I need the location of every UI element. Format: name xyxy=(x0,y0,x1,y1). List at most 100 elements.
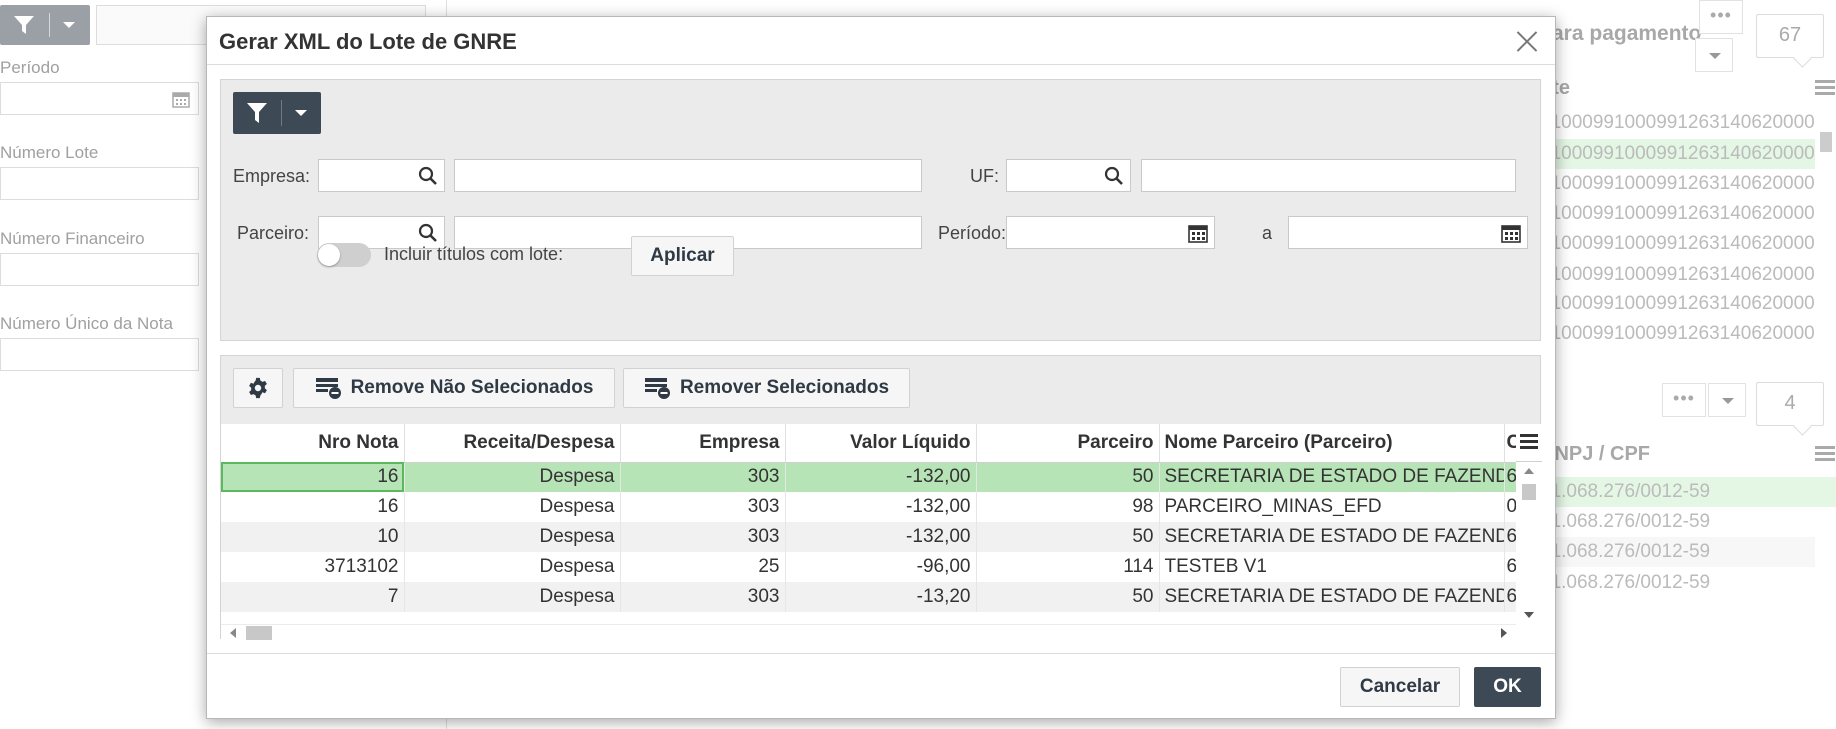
cell-valor-liquido[interactable]: -132,00 xyxy=(785,492,977,522)
grid-menu-icon[interactable] xyxy=(1516,424,1542,462)
table-row[interactable]: 61.068.276/0012-59 xyxy=(1540,568,1815,598)
column-header-cnpj-cpf[interactable]: CNPJ / CPF xyxy=(1540,443,1650,466)
scroll-thumb[interactable] xyxy=(246,626,272,640)
periodo-end-input[interactable] xyxy=(1288,216,1528,249)
table-row[interactable]: 10 Despesa 303 -132,00 50 SECRETARIA DE … xyxy=(221,522,1516,552)
cell-empresa[interactable]: 303 xyxy=(620,582,786,612)
column-header-c[interactable]: C xyxy=(1504,424,1516,463)
column-header-valor-liquido[interactable]: Valor Líquido xyxy=(785,424,977,463)
cell-nro-nota[interactable]: 7 xyxy=(221,582,405,612)
scroll-down-icon[interactable] xyxy=(1524,612,1534,618)
incluir-titulos-toggle[interactable] xyxy=(317,243,371,267)
ok-button[interactable]: OK xyxy=(1474,667,1541,707)
numero-lote-input[interactable] xyxy=(0,167,199,200)
more-options-button[interactable]: ••• xyxy=(1662,383,1706,417)
grid-menu-icon[interactable] xyxy=(1815,80,1835,96)
uf-name-input[interactable] xyxy=(1141,159,1516,192)
calendar-icon[interactable] xyxy=(1501,223,1521,243)
table-row[interactable]: 91000991000991263140620000 xyxy=(1540,289,1815,319)
calendar-icon[interactable] xyxy=(172,90,190,108)
vertical-scrollbar[interactable] xyxy=(1815,112,1835,337)
cell-parceiro[interactable]: 50 xyxy=(976,522,1160,552)
periodo-input[interactable] xyxy=(0,82,199,115)
cell-empresa[interactable]: 303 xyxy=(620,522,786,552)
cell-c[interactable]: 6 xyxy=(1504,582,1516,612)
cell-nome-parceiro[interactable]: SECRETARIA DE ESTADO DE FAZENDA xyxy=(1159,522,1505,552)
cell-empresa[interactable]: 303 xyxy=(620,492,786,522)
table-row[interactable]: 91000991000991263140620000 xyxy=(1540,108,1815,138)
scroll-up-icon[interactable] xyxy=(1524,468,1534,474)
cell-receita-despesa[interactable]: Despesa xyxy=(404,462,621,492)
cell-nome-parceiro[interactable]: SECRETARIA DE ESTADO DE FAZENDA xyxy=(1159,462,1505,492)
cell-nome-parceiro[interactable]: TESTEB V1 xyxy=(1159,552,1505,582)
cell-nro-nota[interactable]: 10 xyxy=(221,522,405,552)
cell-nome-parceiro[interactable]: PARCEIRO_MINAS_EFD xyxy=(1159,492,1505,522)
column-header-nome-parceiro[interactable]: Nome Parceiro (Parceiro) xyxy=(1159,424,1505,463)
cell-parceiro[interactable]: 50 xyxy=(976,462,1160,492)
cell-receita-despesa[interactable]: Despesa xyxy=(404,492,621,522)
settings-button[interactable] xyxy=(233,368,283,408)
column-header-empresa[interactable]: Empresa xyxy=(620,424,786,463)
table-row[interactable]: 91000991000991263140620000 xyxy=(1540,199,1815,229)
scroll-left-icon[interactable] xyxy=(230,628,236,638)
table-row[interactable]: 91000991000991263140620000 xyxy=(1540,229,1815,259)
empresa-code-input[interactable] xyxy=(318,159,445,192)
cell-receita-despesa[interactable]: Despesa xyxy=(404,522,621,552)
table-row[interactable]: 16 Despesa 303 -132,00 98 PARCEIRO_MINAS… xyxy=(221,492,1516,522)
cell-receita-despesa[interactable]: Despesa xyxy=(404,552,621,582)
dropdown-button[interactable] xyxy=(1708,383,1746,417)
cell-parceiro[interactable]: 98 xyxy=(976,492,1160,522)
cell-nro-nota[interactable]: 3713102 xyxy=(221,552,405,582)
cell-valor-liquido[interactable]: -13,20 xyxy=(785,582,977,612)
cell-c[interactable]: 6 xyxy=(1504,522,1516,552)
scroll-right-icon[interactable] xyxy=(1501,628,1507,638)
cell-empresa[interactable]: 303 xyxy=(620,462,786,492)
vertical-scrollbar[interactable] xyxy=(1516,462,1542,624)
cell-nro-nota[interactable]: 16 xyxy=(221,492,405,522)
table-row[interactable]: 61.068.276/0012-59 xyxy=(1540,537,1815,567)
table-row[interactable]: 61.068.276/0012-59 xyxy=(1540,477,1836,507)
numero-financeiro-input[interactable] xyxy=(0,253,199,286)
table-row[interactable]: 91000991000991263140620000 xyxy=(1540,319,1815,339)
remove-selected-button[interactable]: Remover Selecionados xyxy=(623,368,910,408)
search-icon[interactable] xyxy=(418,166,438,186)
cell-receita-despesa[interactable]: Despesa xyxy=(404,582,621,612)
cell-valor-liquido[interactable]: -132,00 xyxy=(785,522,977,552)
dropdown-button[interactable] xyxy=(1695,38,1733,72)
table-row[interactable]: 61.068.276/0012-59 xyxy=(1540,507,1815,537)
cell-valor-liquido[interactable]: -96,00 xyxy=(785,552,977,582)
table-row[interactable]: 91000991000991263140620000 xyxy=(1540,139,1815,169)
search-icon[interactable] xyxy=(418,223,438,243)
cell-valor-liquido[interactable]: -132,00 xyxy=(785,462,977,492)
empresa-name-input[interactable] xyxy=(454,159,922,192)
remove-unselected-button[interactable]: Remove Não Selecionados xyxy=(293,368,615,408)
uf-code-input[interactable] xyxy=(1006,159,1131,192)
cancel-button[interactable]: Cancelar xyxy=(1340,667,1460,707)
periodo-start-input[interactable] xyxy=(1006,216,1215,249)
apply-button[interactable]: Aplicar xyxy=(631,236,734,276)
close-icon[interactable] xyxy=(1513,27,1541,55)
cell-parceiro[interactable]: 50 xyxy=(976,582,1160,612)
horizontal-scrollbar[interactable] xyxy=(221,624,1516,640)
table-row[interactable]: 91000991000991263140620000 xyxy=(1540,260,1815,290)
background-filter-button[interactable] xyxy=(0,5,90,45)
grid-menu-icon[interactable] xyxy=(1815,446,1835,462)
table-row[interactable]: 7 Despesa 303 -13,20 50 SECRETARIA DE ES… xyxy=(221,582,1516,612)
search-icon[interactable] xyxy=(1104,166,1124,186)
column-header-nro-nota[interactable]: Nro Nota xyxy=(221,424,405,463)
calendar-icon[interactable] xyxy=(1188,223,1208,243)
table-row[interactable]: 3713102 Despesa 25 -96,00 114 TESTEB V1 … xyxy=(221,552,1516,582)
numero-unico-nota-input[interactable] xyxy=(0,338,199,371)
filter-button[interactable] xyxy=(233,92,321,134)
table-row[interactable]: 91000991000991263140620000 xyxy=(1540,169,1815,199)
cell-c[interactable]: 0 xyxy=(1504,492,1516,522)
cell-c[interactable]: 6 xyxy=(1504,462,1516,492)
cell-parceiro[interactable]: 114 xyxy=(976,552,1160,582)
more-options-button[interactable]: ••• xyxy=(1699,0,1743,34)
column-header-receita-despesa[interactable]: Receita/Despesa xyxy=(404,424,621,463)
table-row[interactable]: 16 Despesa 303 -132,00 50 SECRETARIA DE … xyxy=(221,462,1516,492)
cell-nro-nota[interactable]: 16 xyxy=(221,462,405,492)
scroll-thumb[interactable] xyxy=(1522,484,1536,500)
cell-nome-parceiro[interactable]: SECRETARIA DE ESTADO DE FAZENDA xyxy=(1159,582,1505,612)
column-header-parceiro[interactable]: Parceiro xyxy=(976,424,1160,463)
